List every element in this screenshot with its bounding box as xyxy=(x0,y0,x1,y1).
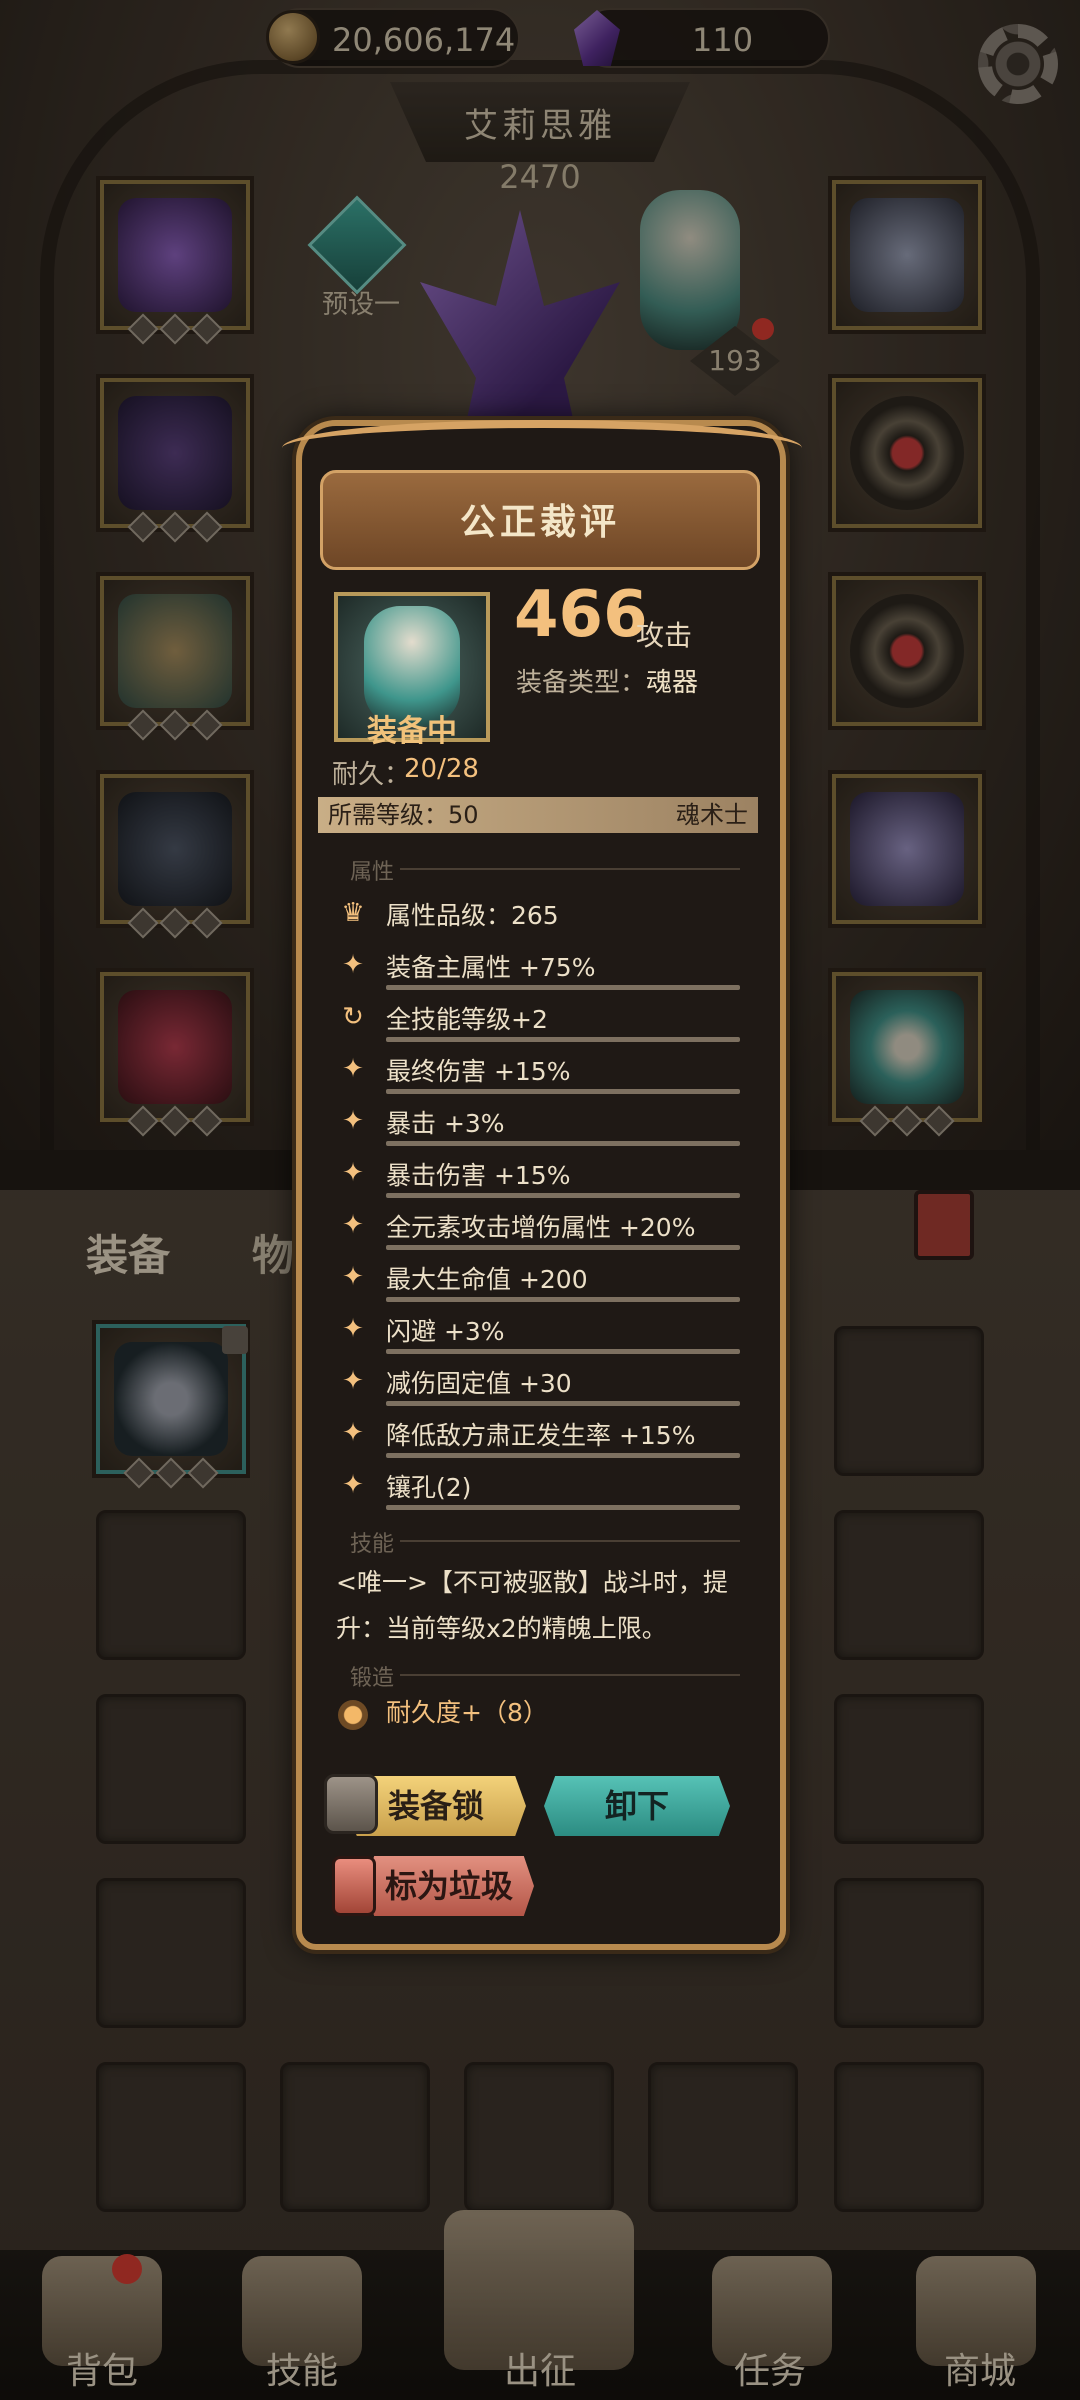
stat-row: ✦ 装备主属性 +75% xyxy=(330,940,750,992)
stat-text: 最大生命值 +200 xyxy=(386,1265,588,1294)
stat-row: ✦ 闪避 +3% xyxy=(330,1304,750,1356)
stat-row: ✦ 暴击伤害 +15% xyxy=(330,1148,750,1200)
equipped-label: 装备中 xyxy=(367,714,457,749)
stat-text: 暴击伤害 +15% xyxy=(386,1161,571,1190)
required-level: 所需等级：50 xyxy=(328,801,479,829)
stat-text: 装备主属性 +75% xyxy=(386,953,596,982)
popup-crown-ornament xyxy=(282,420,802,476)
stat-underline xyxy=(386,1297,740,1302)
stat-row: ✦ 最大生命值 +200 xyxy=(330,1252,750,1304)
stat-row: ✦ 全元素攻击增伤属性 +20% xyxy=(330,1200,750,1252)
stat-underline xyxy=(386,1505,740,1510)
item-name: 公正裁评 xyxy=(459,502,620,543)
durability-label: 耐久： xyxy=(332,760,411,790)
stat-underline xyxy=(386,1037,740,1042)
stat-text: 暴击 +3% xyxy=(386,1109,505,1138)
stat-underline xyxy=(386,1453,740,1458)
stat-underline xyxy=(386,1193,740,1198)
star-icon: ✦ xyxy=(342,1418,364,1448)
stat-underline xyxy=(386,985,740,990)
section-attributes: 属性 xyxy=(350,860,395,885)
stat-row: ✦ 减伤固定值 +30 xyxy=(330,1356,750,1408)
section-divider xyxy=(400,1674,740,1676)
stat-text: 属性品级：265 xyxy=(386,901,559,930)
star-icon: ✦ xyxy=(342,1210,364,1240)
padlock-icon[interactable] xyxy=(324,1774,378,1834)
skill-line-1: <唯一>【不可被驱散】战斗时，提 xyxy=(336,1568,728,1597)
skill-line-2: 升：当前等级x2的精魄上限。 xyxy=(336,1614,667,1643)
stat-underline xyxy=(386,1245,740,1250)
popup-header: 公正裁评 xyxy=(320,470,760,570)
stat-row: ✦ 最终伤害 +15% xyxy=(330,1044,750,1096)
stat-text: 闪避 +3% xyxy=(386,1317,505,1346)
attack-unit: 攻击 xyxy=(636,619,693,652)
required-level-bar: 所需等级：50 魂术士 xyxy=(318,797,758,833)
forge-item: 耐久度+（8） xyxy=(386,1698,548,1727)
stat-row: ✦ 降低敌方肃正发生率 +15% xyxy=(330,1408,750,1460)
class-name: 魂术士 xyxy=(676,801,748,829)
stat-underline xyxy=(386,1349,740,1354)
durability-value: 20/28 xyxy=(404,754,479,784)
stat-row: ✦ 镶孔(2) xyxy=(330,1460,750,1512)
section-forge: 锻造 xyxy=(350,1666,395,1691)
unequip-button[interactable]: 卸下 xyxy=(544,1776,730,1836)
stat-text: 减伤固定值 +30 xyxy=(386,1369,572,1398)
star-icon: ✦ xyxy=(342,1366,364,1396)
star-icon: ✦ xyxy=(342,1158,364,1188)
section-divider xyxy=(400,1540,740,1542)
stat-underline xyxy=(386,1141,740,1146)
equip-type-label: 装备类型： xyxy=(516,668,647,698)
section-skills: 技能 xyxy=(350,1532,395,1557)
stat-underline xyxy=(386,1401,740,1406)
stat-text: 最终伤害 +15% xyxy=(386,1057,571,1086)
stat-row: ↻ 全技能等级+2 xyxy=(330,992,750,1044)
star-icon: ✦ xyxy=(342,1054,364,1084)
stat-underline xyxy=(386,1089,740,1094)
forge-dot-icon xyxy=(338,1700,368,1730)
star-icon: ✦ xyxy=(342,1314,364,1344)
mark-junk-button[interactable]: 标为垃圾 xyxy=(364,1856,534,1916)
star-icon: ✦ xyxy=(342,950,364,980)
stat-text: 全元素攻击增伤属性 +20% xyxy=(386,1213,696,1242)
star-icon: ✦ xyxy=(342,1106,364,1136)
stat-text: 镶孔(2) xyxy=(386,1473,472,1502)
stat-row: ♛ 属性品级：265 xyxy=(330,888,750,940)
attack-value: 466 xyxy=(514,578,648,652)
crown-icon: ♛ xyxy=(341,898,365,928)
stat-text: 全技能等级+2 xyxy=(386,1005,548,1034)
stat-row: ✦ 暴击 +3% xyxy=(330,1096,750,1148)
junk-trash-icon[interactable] xyxy=(332,1856,376,1916)
stat-text: 降低敌方肃正发生率 +15% xyxy=(386,1421,696,1450)
section-divider xyxy=(400,868,740,870)
cycle-icon: ↻ xyxy=(342,1002,364,1032)
star-icon: ✦ xyxy=(342,1470,364,1500)
equip-type-value: 魂器 xyxy=(646,668,699,698)
star-icon: ✦ xyxy=(342,1262,364,1292)
